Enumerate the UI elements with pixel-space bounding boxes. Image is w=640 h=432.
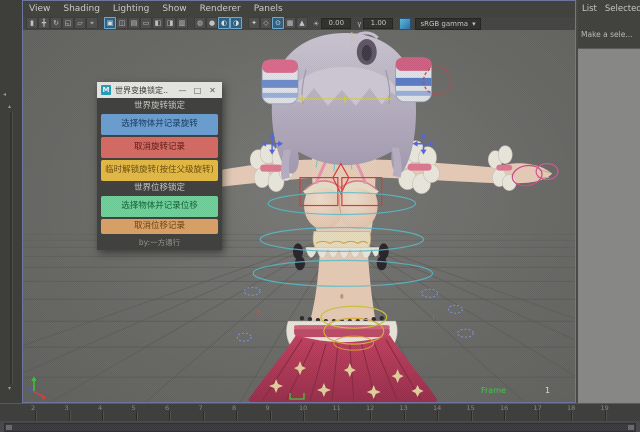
timeline-tick[interactable]: 13 (400, 404, 408, 422)
attr-menu-list[interactable]: List (582, 4, 597, 14)
attribute-editor-menus: List Selected (578, 0, 640, 14)
icon-grease-pencil[interactable]: ▣ (104, 16, 116, 29)
icon-plugin-shapes[interactable]: ▦ (284, 16, 296, 29)
icon-smooth-shade[interactable]: ▤ (128, 16, 140, 29)
timeline-tick[interactable]: 14 (433, 404, 441, 422)
icon-select-tool[interactable]: ▮ (26, 16, 38, 29)
timeline-tick[interactable]: 8 (232, 404, 238, 422)
panel-menu-panels[interactable]: Panels (254, 4, 283, 14)
icon-2d-pan-zoom[interactable]: ⌖ (86, 16, 98, 29)
view-transform-value: sRGB gamma (420, 19, 469, 28)
timeline-tick[interactable]: 3 (65, 404, 71, 422)
character-skirt (248, 335, 438, 402)
time-slider[interactable]: 2 3 4 5 6 7 8 9 10 11 12 13 14 15 16 17 18 19 (0, 403, 640, 422)
dialog-body: 世界旋转锁定选择物体并记录旋转 取消旋转记录 临时解锁旋转(按住父级旋转) 世界位移锁… (97, 98, 222, 238)
selection-hint-text: Make a sele... (581, 30, 633, 39)
left-scroll-strip[interactable]: ◂ ▴ ▾ (0, 0, 23, 403)
scroll-down-icon[interactable]: ▾ (8, 386, 11, 392)
icon-ambient-occlusion[interactable]: ▥ (176, 16, 188, 29)
timeline-tick[interactable]: 6 (165, 404, 171, 422)
attribute-editor-panel: List Selected Make a sele... (578, 0, 640, 404)
icon-depth-of-field[interactable]: ◐ (218, 16, 230, 29)
icon-wireframe-on-shaded[interactable]: ⊙ (272, 16, 284, 29)
dialog-section-header: 世界位移锁定 (133, 183, 185, 193)
panel-menu-lighting[interactable]: Lighting (113, 4, 149, 14)
icon-frame-region[interactable]: ◱ (62, 16, 74, 29)
timeline-tick[interactable]: 4 (98, 404, 104, 422)
chevron-down-icon: ▾ (472, 19, 476, 28)
dialog-button-0-0[interactable]: 选择物体并记录旋转 (101, 114, 218, 135)
hud-frame-value: 1 (545, 386, 551, 395)
timeline-tick[interactable]: 19 (601, 404, 609, 422)
range-grip-left[interactable] (6, 425, 12, 430)
timeline-tick[interactable]: 15 (467, 404, 475, 422)
icon-use-all-lights[interactable]: ◧ (152, 16, 164, 29)
range-grip-right[interactable] (628, 425, 634, 430)
panel-menu-view[interactable]: View (29, 4, 50, 14)
headphone-right (395, 57, 432, 103)
panel-toolbar-icons: ▮ ╋ ↻ ◱ ▱ ⌖ ▣ ◫ ▤ ▭ ◧ ◨ ▥ ◍ ● ◐ ◑ ✦ ◇ ⊙ ▦ ▲ (26, 16, 308, 31)
panel-menu-renderer[interactable]: Renderer (200, 4, 241, 14)
timeline-tick[interactable]: 9 (266, 404, 272, 422)
attr-menu-selected[interactable]: Selected (605, 4, 640, 14)
exposure-field[interactable]: 0.00 (321, 18, 352, 29)
dialog-button-1-1[interactable]: 取消位移记录 (101, 219, 218, 234)
icon-rotate-view[interactable]: ↻ (50, 16, 62, 29)
maya-viewport-window: ◂ ▴ ▾ View Shading Lighting Show Renderer Pan… (0, 0, 640, 432)
icon-isolate-select[interactable]: ◑ (230, 16, 242, 29)
character-hair (271, 31, 417, 180)
timeline-tick[interactable]: 17 (534, 404, 542, 422)
scrollbar-track[interactable] (10, 112, 13, 384)
maximize-button[interactable]: □ (192, 86, 203, 95)
view-transform-dropdown[interactable]: sRGB gamma ▾ (415, 17, 481, 30)
headphone-left (261, 59, 299, 105)
gamma-icon[interactable]: γ (357, 20, 361, 28)
panel-menu-show[interactable]: Show (162, 4, 186, 14)
hud-frame-label: Frame (481, 386, 506, 395)
icon-xray-active[interactable]: ◇ (260, 16, 272, 29)
character-model[interactable] (222, 31, 553, 402)
dialog-button-1-0[interactable]: 选择物体并记录位移 (101, 196, 218, 217)
range-bar[interactable] (4, 423, 636, 432)
panel-menubar: View Shading Lighting Show Renderer Panels (23, 1, 575, 17)
timeline-tick[interactable]: 16 (500, 404, 508, 422)
exposure-icon[interactable]: ☀ (313, 20, 319, 28)
panel-menu-shading[interactable]: Shading (63, 4, 100, 14)
view-transform-icon[interactable] (399, 17, 412, 30)
scroll-up-icon[interactable]: ▴ (8, 104, 11, 110)
timeline-tick[interactable]: 10 (299, 404, 307, 422)
attribute-editor-empty-area (578, 48, 640, 404)
minimize-button[interactable]: — (177, 86, 188, 95)
timeline-tick[interactable]: 11 (333, 404, 341, 422)
collapse-arrow-icon[interactable]: ◂ (3, 92, 6, 98)
panel-toolbar: ▮ ╋ ↻ ◱ ▱ ⌖ ▣ ◫ ▤ ▭ ◧ ◨ ▥ ◍ ● ◐ ◑ ✦ ◇ ⊙ ▦ ▲ ☀ 0.00 γ 1.00 sRG… (23, 16, 575, 31)
dialog-button-0-2[interactable]: 临时解锁旋转(按住父级旋转) (101, 160, 218, 181)
icon-multisample-aa[interactable]: ● (206, 16, 218, 29)
dialog-logo-icon: M (101, 85, 111, 95)
icon-motion-blur[interactable]: ◍ (194, 16, 206, 29)
icon-xray[interactable]: ✦ (248, 16, 260, 29)
icon-wireframe[interactable]: ◫ (116, 16, 128, 29)
icon-shadows[interactable]: ◨ (164, 16, 176, 29)
dialog-title: 世界变换锁定.. (115, 85, 169, 95)
world-transform-lock-dialog[interactable]: M 世界变换锁定.. — □ ✕ 世界旋转锁定选择物体并记录旋转 取消旋转记录 临时… (97, 82, 222, 250)
timeline-tick[interactable]: 12 (366, 404, 374, 422)
close-button[interactable]: ✕ (207, 86, 218, 95)
view-axis-icon (27, 376, 47, 400)
dialog-titlebar[interactable]: M 世界变换锁定.. — □ ✕ (97, 82, 222, 98)
timeline-tick[interactable]: 5 (132, 404, 138, 422)
dialog-button-0-1[interactable]: 取消旋转记录 (101, 137, 218, 158)
timeline-tick[interactable]: 7 (199, 404, 205, 422)
icon-resolution-gate[interactable]: ▲ (296, 16, 308, 29)
icon-move-tool[interactable]: ╋ (38, 16, 50, 29)
icon-textured[interactable]: ▭ (140, 16, 152, 29)
icon-image-plane[interactable]: ▱ (74, 16, 86, 29)
timeline-tick[interactable]: 2 (31, 404, 37, 422)
dialog-credit: by:一方通行 (97, 238, 222, 250)
dialog-section-header: 世界旋转锁定 (133, 101, 185, 111)
gamma-field[interactable]: 1.00 (363, 18, 394, 29)
timeline-tick[interactable]: 18 (567, 404, 575, 422)
range-slider[interactable] (0, 421, 640, 432)
